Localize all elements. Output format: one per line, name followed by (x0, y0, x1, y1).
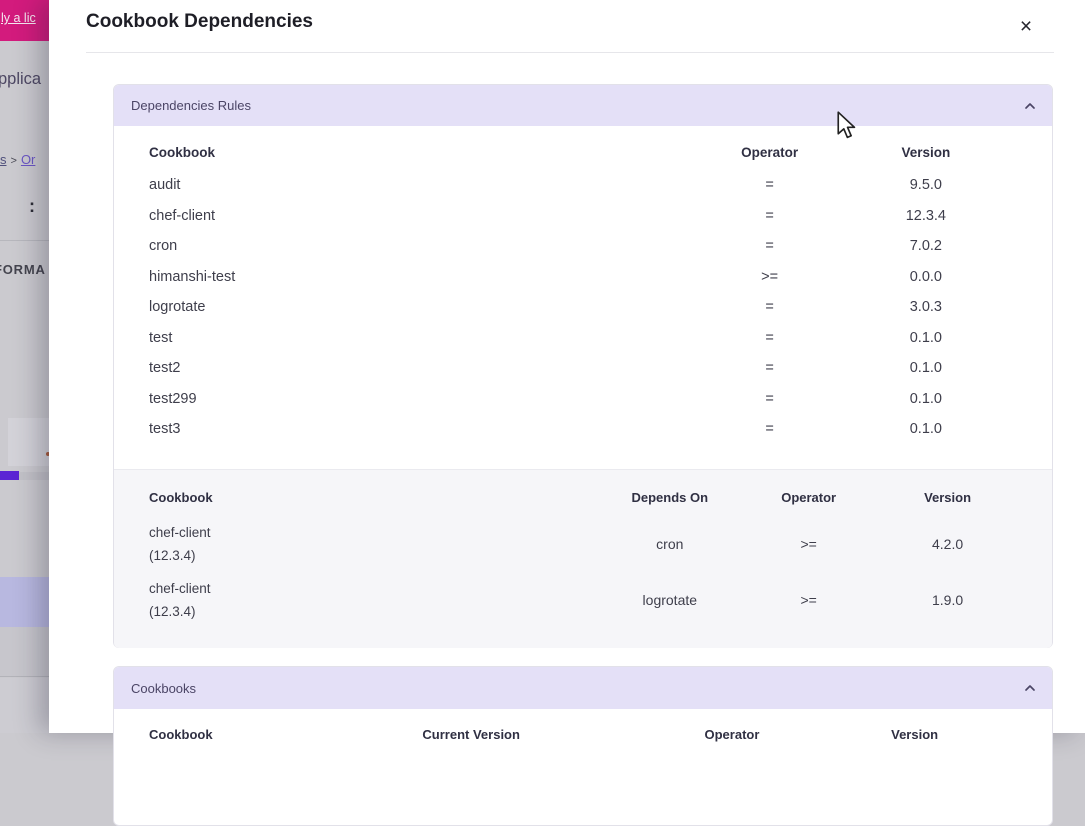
section-title: Cookbooks (131, 681, 196, 696)
background-tab-label-fragment: FORMA (0, 262, 46, 277)
background-heading-fragment: : (29, 196, 35, 217)
divider (0, 240, 49, 241)
column-header-version: Version (878, 478, 1017, 516)
cell-cookbook: cron (149, 231, 705, 262)
column-header-cookbook: Cookbook (149, 478, 600, 516)
column-header-depends-on: Depends On (600, 478, 739, 516)
cell-cookbook: test2 (149, 353, 705, 384)
table-row: test3=0.1.0 (149, 414, 1017, 445)
cell-operator: = (705, 231, 835, 262)
background-panel (8, 418, 49, 466)
cell-depends-on: cron (600, 516, 739, 572)
column-header-version: Version (891, 726, 1017, 750)
cell-operator: = (705, 292, 835, 323)
column-header-version: Version (835, 134, 1017, 170)
cell-version: 0.1.0 (835, 323, 1017, 354)
cell-cookbook: test (149, 323, 705, 354)
cell-operator: = (705, 414, 835, 445)
modal-title: Cookbook Dependencies (86, 11, 313, 33)
cell-cookbook: chef-client (12.3.4) (149, 572, 600, 628)
column-header-cookbook: Cookbook (149, 134, 705, 170)
background-row (0, 627, 49, 677)
chevron-up-icon[interactable] (1024, 684, 1036, 692)
table-row: test=0.1.0 (149, 323, 1017, 354)
cell-version: 0.0.0 (835, 262, 1017, 293)
cell-version: 12.3.4 (835, 201, 1017, 232)
column-header-operator: Operator (705, 726, 892, 750)
cell-version: 9.5.0 (835, 170, 1017, 201)
cell-operator: = (705, 384, 835, 415)
cell-cookbook: chef-client (12.3.4) (149, 516, 600, 572)
cell-operator: = (705, 353, 835, 384)
breadcrumb-link-left[interactable]: s (0, 152, 7, 167)
chevron-up-icon[interactable] (1024, 102, 1036, 110)
background-selected-row (0, 577, 49, 627)
cell-version: 4.2.0 (878, 516, 1017, 572)
cell-version: 1.9.0 (878, 572, 1017, 628)
table-row: logrotate=3.0.3 (149, 292, 1017, 323)
table-row: chef-client (12.3.4) cron >= 4.2.0 (149, 516, 1017, 572)
table-row: cron=7.0.2 (149, 231, 1017, 262)
cell-operator: >= (739, 516, 878, 572)
column-header-cookbook: Cookbook (149, 726, 422, 750)
table-header-row: Cookbook Operator Version (149, 134, 1017, 170)
cell-version: 3.0.3 (835, 292, 1017, 323)
cell-operator: >= (739, 572, 878, 628)
cookbook-name: chef-client (149, 581, 211, 596)
table-header-row: Cookbook Depends On Operator Version (149, 478, 1017, 516)
cookbook-name: chef-client (149, 525, 211, 540)
breadcrumb-link-right[interactable]: Or (21, 152, 35, 167)
close-icon[interactable]: × (1011, 12, 1041, 42)
column-header-operator: Operator (739, 478, 878, 516)
column-header-current-version: Current Version (422, 726, 704, 750)
cell-operator: = (705, 170, 835, 201)
license-banner: ly a lic (0, 0, 49, 41)
cell-cookbook: test3 (149, 414, 705, 445)
cookbook-dependencies-modal: Cookbook Dependencies × Dependencies Rul… (49, 0, 1085, 733)
table-row: audit=9.5.0 (149, 170, 1017, 201)
divider (86, 52, 1054, 53)
breadcrumb: s>Or (0, 152, 35, 167)
table-row: chef-client=12.3.4 (149, 201, 1017, 232)
table-row: chef-client (12.3.4) logrotate >= 1.9.0 (149, 572, 1017, 628)
cell-cookbook: chef-client (149, 201, 705, 232)
depends-on-table: Cookbook Depends On Operator Version che… (149, 478, 1017, 628)
cookbooks-header[interactable]: Cookbooks (114, 667, 1052, 709)
cell-cookbook: himanshi-test (149, 262, 705, 293)
cell-version: 0.1.0 (835, 353, 1017, 384)
rules-table: Cookbook Operator Version audit=9.5.0 ch… (149, 134, 1017, 445)
progress-bar-track (19, 472, 49, 480)
cell-version: 7.0.2 (835, 231, 1017, 262)
cookbooks-table: Cookbook Current Version Operator Versio… (149, 726, 1017, 750)
table-row: test2=0.1.0 (149, 353, 1017, 384)
cookbook-version: (12.3.4) (149, 604, 196, 619)
background-app-title-fragment: pplica (0, 70, 41, 89)
cookbook-version: (12.3.4) (149, 548, 196, 563)
depends-on-subsection: Cookbook Depends On Operator Version che… (114, 469, 1052, 648)
table-header-row: Cookbook Current Version Operator Versio… (149, 726, 1017, 750)
section-title: Dependencies Rules (131, 98, 251, 113)
dependencies-rules-section: Dependencies Rules Cookbook Operator Ver… (113, 84, 1053, 648)
cell-operator: = (705, 323, 835, 354)
license-banner-link[interactable]: ly a lic (1, 11, 36, 25)
cell-cookbook: test299 (149, 384, 705, 415)
background-row (0, 678, 49, 733)
dependencies-rules-header[interactable]: Dependencies Rules (114, 85, 1052, 126)
cell-operator: = (705, 201, 835, 232)
column-header-operator: Operator (705, 134, 835, 170)
cell-version: 0.1.0 (835, 384, 1017, 415)
cell-cookbook: audit (149, 170, 705, 201)
cell-operator: >= (705, 262, 835, 293)
table-row: test299=0.1.0 (149, 384, 1017, 415)
breadcrumb-separator: > (7, 155, 21, 167)
cell-depends-on: logrotate (600, 572, 739, 628)
progress-bar-segment (0, 471, 19, 480)
cookbooks-section: Cookbooks Cookbook Current Version Opera… (113, 666, 1053, 826)
cell-cookbook: logrotate (149, 292, 705, 323)
table-row: himanshi-test>=0.0.0 (149, 262, 1017, 293)
background-page: ly a lic pplica s>Or : FORMA (0, 0, 49, 733)
cell-version: 0.1.0 (835, 414, 1017, 445)
